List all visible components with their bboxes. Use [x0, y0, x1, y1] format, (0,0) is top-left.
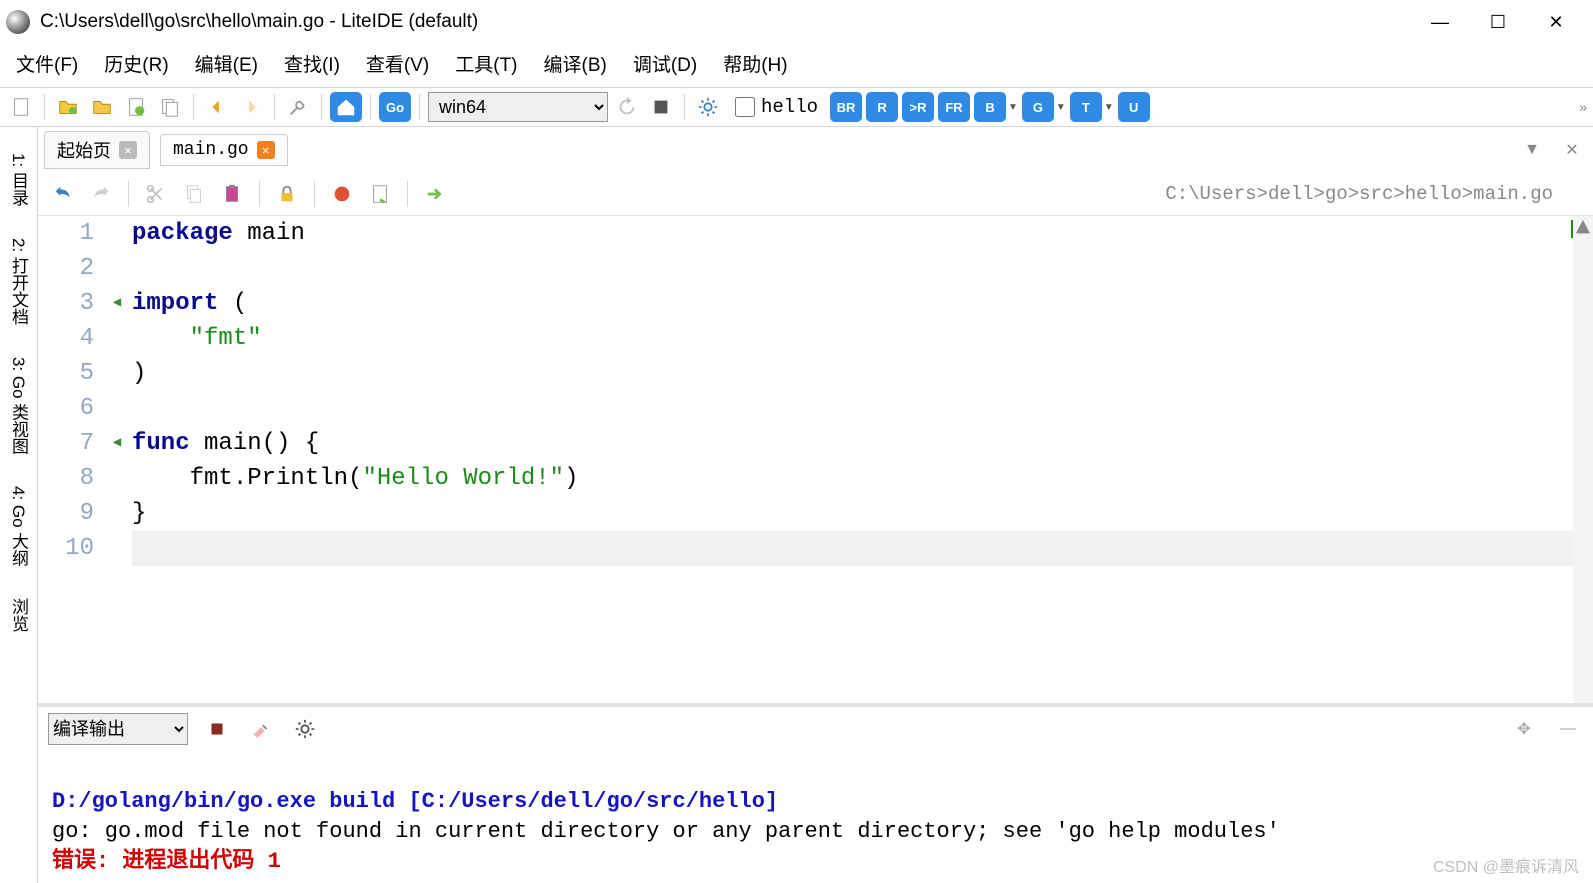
fold-marker-icon[interactable]: ◀ — [108, 286, 126, 321]
stop-square-icon[interactable] — [646, 92, 676, 122]
code-editor[interactable]: 1 2 3 4 5 6 7 8 9 10 ◀ ◀ package main — [38, 216, 1593, 703]
refresh-icon[interactable] — [612, 92, 642, 122]
redo-icon[interactable] — [86, 179, 116, 209]
btn-r[interactable]: R — [866, 92, 898, 122]
tab-label: 起始页 — [57, 137, 111, 163]
minimize-panel-icon[interactable]: — — [1553, 714, 1583, 744]
btn-g-dropdown[interactable]: G▼ — [1022, 92, 1066, 122]
side-tab-class-view[interactable]: 3: Go 类视图 — [0, 341, 37, 470]
app-icon — [6, 10, 30, 34]
menu-history[interactable]: 历史(R) — [104, 50, 168, 77]
side-tab-browse[interactable]: 浏览 — [0, 582, 37, 648]
undo-icon[interactable] — [48, 179, 78, 209]
gear-icon[interactable] — [693, 92, 723, 122]
tab-main-go[interactable]: main.go ✕ — [160, 134, 288, 166]
btn-gtr[interactable]: >R — [902, 92, 934, 122]
side-tab-bar: 1: 目录 2: 打开文档 3: Go 类视图 4: Go 大纲 浏览 — [0, 127, 38, 883]
side-tab-directory[interactable]: 1: 目录 — [0, 137, 37, 222]
settings-icon[interactable] — [290, 714, 320, 744]
editor-tabs: 起始页 ✕ main.go ✕ ▼ ✕ — [38, 127, 1593, 173]
paste-icon[interactable] — [217, 179, 247, 209]
build-output[interactable]: D:/golang/bin/go.exe build [C:/Users/del… — [38, 751, 1593, 883]
menu-find[interactable]: 查找(I) — [284, 50, 340, 77]
btn-fr[interactable]: FR — [938, 92, 970, 122]
run-icon[interactable] — [420, 179, 450, 209]
menu-bar: 文件(F) 历史(R) 编辑(E) 查找(I) 查看(V) 工具(T) 编译(B… — [0, 44, 1593, 87]
lock-icon[interactable] — [272, 179, 302, 209]
copy-icon[interactable] — [179, 179, 209, 209]
close-icon[interactable]: ✕ — [257, 141, 275, 159]
line-gutter: 1 2 3 4 5 6 7 8 9 10 — [38, 216, 108, 703]
project-checkbox[interactable]: hello — [735, 96, 818, 118]
window-title: C:\Users\dell\go\src\hello\main.go - Lit… — [40, 11, 1427, 33]
close-icon[interactable]: ✕ — [119, 141, 137, 159]
side-tab-outline[interactable]: 4: Go 大纲 — [0, 470, 37, 582]
side-tab-open-docs[interactable]: 2: 打开文档 — [0, 222, 37, 341]
back-icon[interactable] — [202, 92, 232, 122]
fold-column: ◀ ◀ — [108, 216, 126, 703]
scrollbar[interactable]: ▲ — [1573, 216, 1593, 703]
menu-edit[interactable]: 编辑(E) — [195, 50, 258, 77]
breakpoint-icon[interactable] — [327, 179, 357, 209]
menu-file[interactable]: 文件(F) — [16, 50, 78, 77]
breadcrumb: C:\Users>dell>go>src>hello>main.go — [458, 183, 1583, 205]
pin-icon[interactable]: ✥ — [1509, 714, 1539, 744]
tabs-close-icon[interactable]: ✕ — [1557, 135, 1587, 165]
menu-debug[interactable]: 调试(D) — [633, 50, 697, 77]
output-selector[interactable]: 编译输出 — [48, 713, 188, 745]
project-label: hello — [761, 96, 818, 118]
forward-icon[interactable] — [236, 92, 266, 122]
clear-icon[interactable] — [246, 714, 276, 744]
stop-icon[interactable] — [202, 714, 232, 744]
btn-br[interactable]: BR — [830, 92, 862, 122]
env-select[interactable]: win64 — [428, 92, 608, 122]
tab-startpage[interactable]: 起始页 ✕ — [44, 131, 150, 169]
main-toolbar: Go win64 hello BR R >R FR B▼ G▼ T▼ U » — [0, 87, 1593, 127]
maximize-button[interactable]: ☐ — [1485, 12, 1511, 33]
menu-help[interactable]: 帮助(H) — [723, 50, 787, 77]
folder-icon[interactable] — [87, 92, 117, 122]
tab-label: main.go — [173, 140, 249, 160]
file-add-icon[interactable] — [365, 179, 395, 209]
menu-view[interactable]: 查看(V) — [366, 50, 429, 77]
title-bar: C:\Users\dell\go\src\hello\main.go - Lit… — [0, 0, 1593, 44]
new-file-icon[interactable] — [6, 92, 36, 122]
output-panel: 编译输出 ✥ — D:/golang/bin/go.exe build [C:/… — [38, 703, 1593, 883]
go-icon[interactable]: Go — [379, 92, 411, 122]
tabs-dropdown-icon[interactable]: ▼ — [1517, 135, 1547, 165]
file-copy-icon[interactable] — [155, 92, 185, 122]
open-folder-icon[interactable] — [53, 92, 83, 122]
btn-t-dropdown[interactable]: T▼ — [1070, 92, 1114, 122]
menu-tools[interactable]: 工具(T) — [455, 50, 517, 77]
fold-marker-icon[interactable]: ◀ — [108, 426, 126, 461]
editor-toolbar: C:\Users>dell>go>src>hello>main.go — [38, 173, 1593, 216]
code-lines[interactable]: package main import ( "fmt" ) func main(… — [126, 216, 1593, 703]
close-window-button[interactable]: ✕ — [1543, 12, 1569, 33]
btn-b-dropdown[interactable]: B▼ — [974, 92, 1018, 122]
file-go-icon[interactable] — [121, 92, 151, 122]
btn-u[interactable]: U — [1118, 92, 1150, 122]
home-icon[interactable] — [330, 92, 362, 122]
wrench-icon[interactable] — [283, 92, 313, 122]
menu-build[interactable]: 编译(B) — [544, 50, 607, 77]
cut-icon[interactable] — [141, 179, 171, 209]
watermark: CSDN @墨痕诉清风 — [1433, 853, 1579, 877]
minimize-button[interactable]: — — [1427, 12, 1453, 33]
toolbar-overflow-icon[interactable]: » — [1579, 99, 1587, 115]
